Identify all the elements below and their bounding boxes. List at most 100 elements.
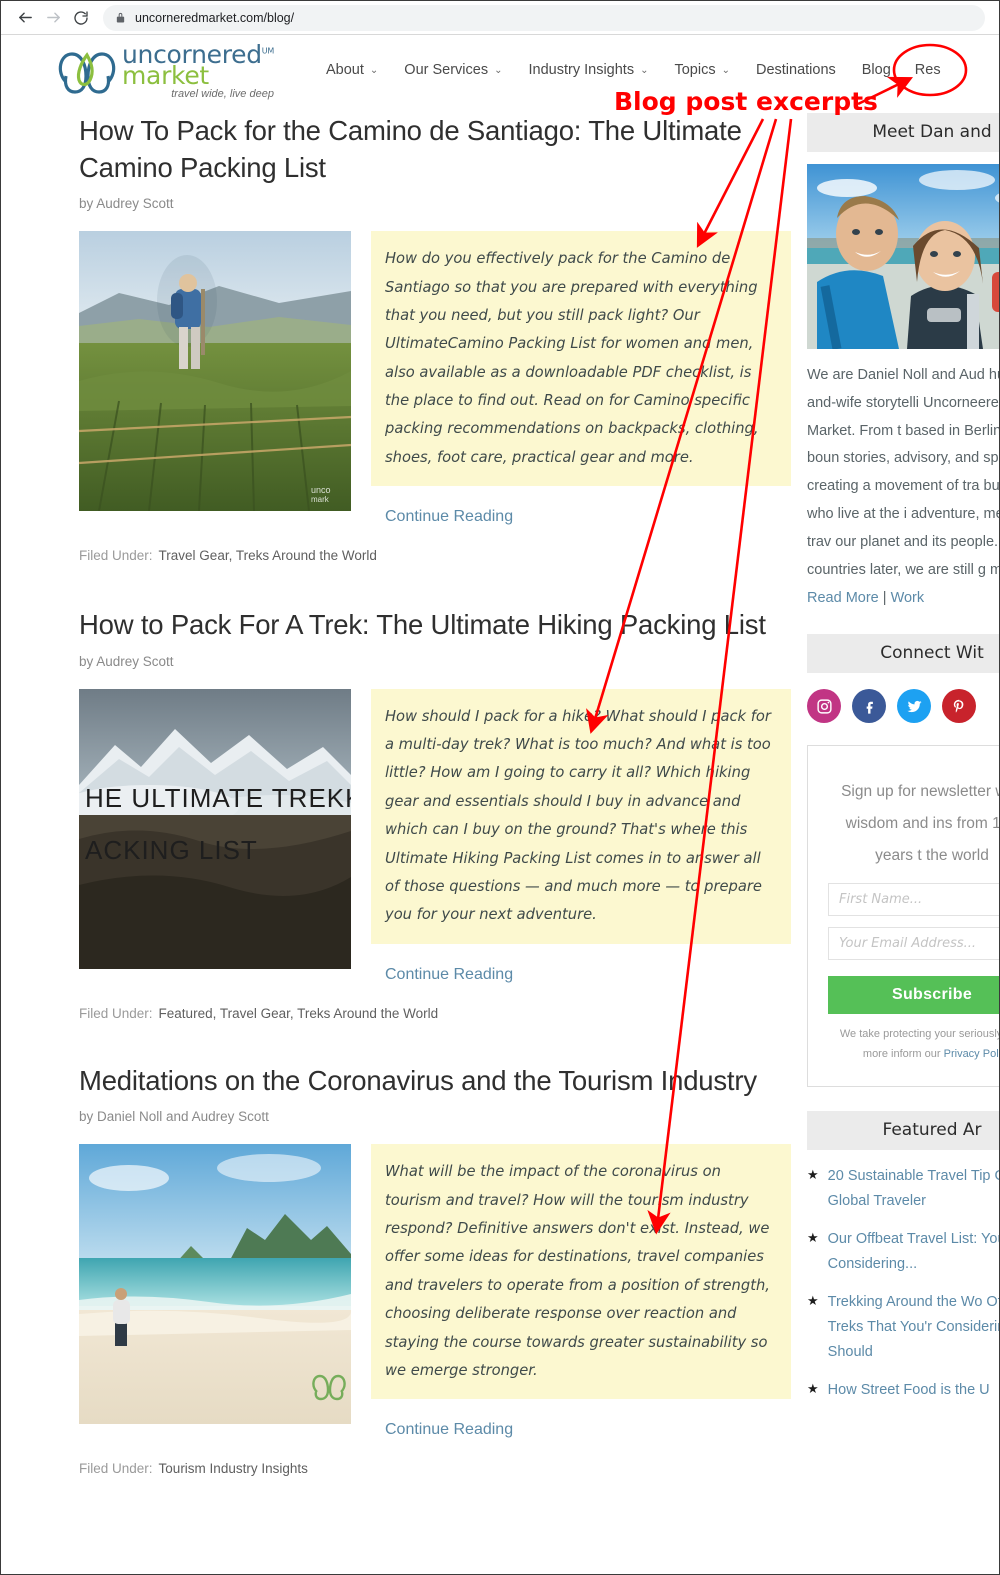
list-item[interactable]: ★ Trekking Around the Wo Offbeat Treks T… (807, 1290, 999, 1365)
site-logo[interactable]: uncorneredUM market travel wide, live de… (56, 42, 274, 100)
blog-post: How To Pack for the Camino de Santiago: … (1, 113, 791, 563)
fineprint-line-1: We take protecting your (839, 1027, 956, 1040)
newsletter-pitch: Sign up for newsletter with wisdom and i… (841, 783, 1000, 864)
pinterest-icon[interactable] (942, 689, 976, 724)
nav-item-industry-insights[interactable]: Industry Insights ⌄ (529, 62, 649, 78)
nav-item-topics[interactable]: Topics ⌄ (674, 62, 730, 78)
chevron-down-icon: ⌄ (721, 64, 730, 76)
work-link[interactable]: Work (891, 590, 925, 606)
social-links (807, 689, 999, 724)
about-paragraph: We are Daniel Noll and Aud husband-and-w… (807, 367, 1000, 578)
browser-window: uncorneredmarket.com/blog/ uncorneredUM … (0, 0, 1000, 1575)
list-item[interactable]: ★ How Street Food is the U (807, 1378, 999, 1403)
camino-hiker-photo: unco mark (79, 231, 351, 512)
svg-text:unco: unco (311, 485, 331, 495)
forward-arrow-icon[interactable] (39, 4, 67, 32)
instagram-icon[interactable] (807, 689, 841, 724)
fineprint-line-3: our (924, 1048, 944, 1061)
post-thumbnail[interactable]: HE ULTIMATE TREKKIN ACKING LIST (79, 688, 351, 969)
logo-superscript: UM (261, 46, 274, 56)
list-item[interactable]: ★ Our Offbeat Travel List: You're Not Co… (807, 1227, 999, 1277)
blog-post: Meditations on the Coronavirus and the T… (1, 1063, 791, 1476)
post-byline: by Audrey Scott (79, 653, 174, 669)
twitter-icon[interactable] (897, 689, 931, 724)
reload-icon[interactable] (67, 4, 95, 32)
star-icon: ★ (807, 1293, 819, 1309)
logo-tagline: travel wide, live deep (171, 88, 274, 100)
newsletter-fineprint: We take protecting your seriously. For m… (828, 1024, 999, 1065)
nav-label: Blog (861, 62, 891, 78)
privacy-policy-link[interactable]: Privacy Poli (944, 1048, 999, 1060)
post-excerpt: How do you effectively pack for the Cami… (371, 231, 791, 487)
svg-text:HE ULTIMATE TREKKIN: HE ULTIMATE TREKKIN (85, 783, 351, 813)
post-excerpt: What will be the impact of the coronavir… (371, 1144, 791, 1400)
read-more-link[interactable]: Read More (807, 590, 879, 606)
email-input[interactable]: Your Email Address... (828, 926, 999, 960)
about-text: We are Daniel Noll and Aud husband-and-w… (807, 362, 1000, 612)
nav-label: Industry Insights (528, 62, 635, 78)
blog-post-list: How To Pack for the Camino de Santiago: … (1, 113, 791, 1476)
filed-under-value[interactable]: Travel Gear, Treks Around the World (159, 548, 377, 563)
dan-and-audrey-selfie-photo (807, 164, 999, 349)
subscribe-button[interactable]: Subscribe (828, 975, 999, 1014)
post-thumbnail[interactable]: unco mark (79, 231, 351, 512)
site-header: uncorneredUM market travel wide, live de… (1, 36, 999, 106)
link-separator: | (878, 589, 891, 606)
chevron-down-icon: ⌄ (494, 64, 503, 76)
nav-label: Topics (674, 62, 716, 78)
list-item[interactable]: ★ 20 Sustainable Travel Tip Good Global … (807, 1164, 999, 1214)
logo-mark-icon (58, 52, 116, 94)
featured-widget-heading: Featured Ar (807, 1111, 999, 1151)
nav-item-destinations[interactable]: Destinations (756, 62, 836, 78)
nav-item-resources[interactable]: Res (915, 62, 941, 78)
filed-under-label: Filed Under: (79, 1005, 153, 1021)
trekking-mountain-photo: HE ULTIMATE TREKKIN ACKING LIST (79, 688, 351, 969)
first-name-placeholder: First Name... (839, 891, 923, 907)
nav-label: Destinations (755, 62, 836, 78)
post-thumbnail[interactable] (79, 1144, 351, 1425)
blog-post: How to Pack For A Trek: The Ultimate Hik… (1, 607, 791, 1021)
nav-label: About (326, 62, 364, 78)
chevron-down-icon: ⌄ (640, 64, 649, 76)
nav-item-blog[interactable]: Blog (862, 62, 891, 78)
filed-under-value[interactable]: Featured, Travel Gear, Treks Around the … (159, 1006, 439, 1021)
post-categories: Filed Under: Featured, Travel Gear, Treks… (79, 1006, 791, 1021)
nav-label: Res (914, 62, 941, 78)
featured-articles-list: ★ 20 Sustainable Travel Tip Good Global … (807, 1164, 999, 1403)
url-text: uncorneredmarket.com/blog/ (135, 10, 295, 25)
browser-toolbar: uncorneredmarket.com/blog/ (1, 1, 999, 35)
continue-reading-link[interactable]: Continue Reading (385, 508, 791, 526)
nav-item-our-services[interactable]: Our Services ⌄ (404, 62, 502, 78)
filed-under-value[interactable]: Tourism Industry Insights (159, 1461, 308, 1476)
newsletter-widget: Sign up for newsletter with wisdom and i… (807, 745, 1000, 1088)
chevron-down-icon: ⌄ (369, 64, 379, 76)
post-categories: Filed Under: Tourism Industry Insights (79, 1461, 791, 1476)
svg-text:ACKING LIST: ACKING LIST (85, 835, 258, 865)
star-icon: ★ (807, 1381, 819, 1396)
featured-link: Trekking Around the Wo Offbeat Treks Tha… (827, 1294, 999, 1361)
facebook-icon[interactable] (852, 689, 886, 724)
continue-reading-link[interactable]: Continue Reading (385, 966, 791, 984)
post-byline: by Daniel Noll and Audrey Scott (79, 1109, 269, 1125)
back-arrow-icon[interactable] (11, 4, 39, 32)
post-byline: by Audrey Scott (79, 196, 174, 212)
continue-reading-link[interactable]: Continue Reading (385, 1421, 791, 1439)
about-widget-heading: Meet Dan and (807, 113, 999, 152)
svg-text:mark: mark (311, 495, 330, 504)
featured-link: How Street Food is the U (827, 1382, 990, 1398)
lock-icon (115, 11, 126, 24)
post-title[interactable]: Meditations on the Coronavirus and the T… (79, 1063, 791, 1100)
nav-item-about[interactable]: About ⌄ (326, 62, 378, 78)
email-placeholder: Your Email Address... (839, 935, 977, 951)
connect-widget-heading: Connect Wit (807, 634, 999, 674)
address-bar[interactable]: uncorneredmarket.com/blog/ (103, 4, 985, 31)
post-title[interactable]: How To Pack for the Camino de Santiago: … (79, 113, 791, 186)
filed-under-label: Filed Under: (79, 1461, 153, 1477)
nav-label: Our Services (404, 62, 489, 78)
tropical-beach-photo (79, 1144, 351, 1425)
sidebar: Meet Dan and We are Daniel Noll and Aud … (807, 113, 1000, 1416)
featured-link: 20 Sustainable Travel Tip Good Global Tr… (827, 1168, 999, 1210)
about-photo (807, 164, 999, 349)
post-title[interactable]: How to Pack For A Trek: The Ultimate Hik… (79, 607, 791, 644)
first-name-input[interactable]: First Name... (828, 882, 999, 916)
